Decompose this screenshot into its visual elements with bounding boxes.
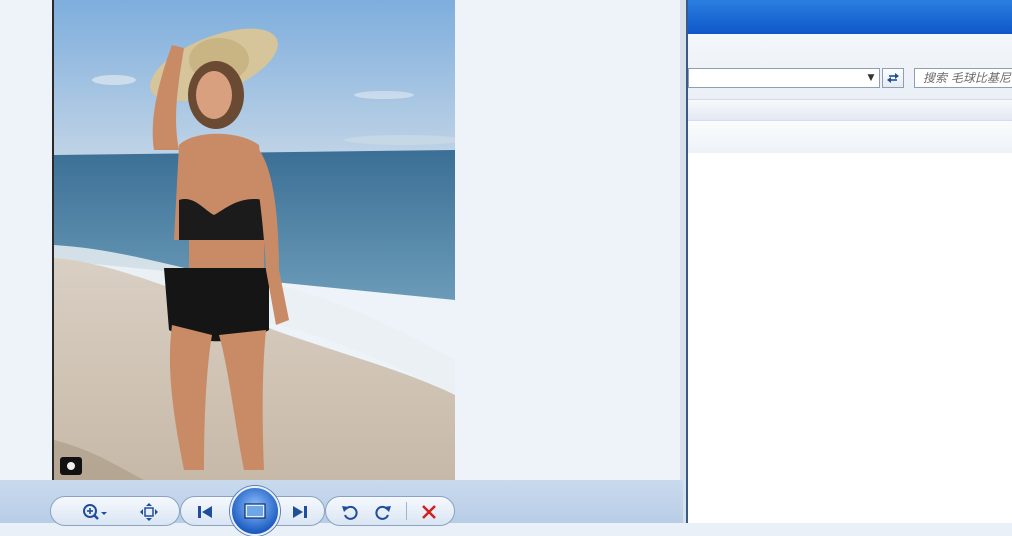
menu-bar: [688, 99, 1012, 120]
file-list-area[interactable]: [688, 153, 1012, 523]
rotate-counterclockwise-icon: [342, 505, 358, 520]
explorer-titlebar: [688, 0, 1012, 34]
fit-to-window-button[interactable]: [134, 500, 164, 524]
refresh-icon: [887, 73, 899, 83]
zoom-button[interactable]: [78, 500, 112, 524]
slideshow-button[interactable]: [230, 486, 280, 536]
chevron-down-icon[interactable]: ▼: [865, 72, 877, 84]
slideshow-icon: [244, 503, 266, 519]
toolbar-separator: [406, 502, 407, 520]
delete-icon: [422, 505, 436, 519]
explorer-window: ▼ 搜索 毛球比基尼: [686, 0, 1012, 523]
command-bar: [688, 120, 1012, 154]
rotate-clockwise-button[interactable]: [368, 500, 398, 524]
refresh-button[interactable]: [882, 68, 904, 88]
fit-to-window-icon: [140, 503, 158, 521]
search-input[interactable]: 搜索 毛球比基尼: [914, 68, 1012, 88]
previous-button[interactable]: [190, 500, 220, 524]
photo-image[interactable]: [52, 0, 455, 480]
next-icon: [293, 506, 307, 518]
delete-button[interactable]: [414, 500, 444, 524]
photo-viewer-window: [0, 0, 686, 536]
rotate-clockwise-icon: [375, 505, 391, 520]
zoom-magnifier-icon: [83, 504, 107, 520]
next-button[interactable]: [285, 500, 315, 524]
address-bar[interactable]: ▼: [688, 68, 880, 88]
viewer-toolbar: [0, 480, 683, 526]
rotate-counterclockwise-button[interactable]: [335, 500, 365, 524]
previous-icon: [198, 506, 212, 518]
